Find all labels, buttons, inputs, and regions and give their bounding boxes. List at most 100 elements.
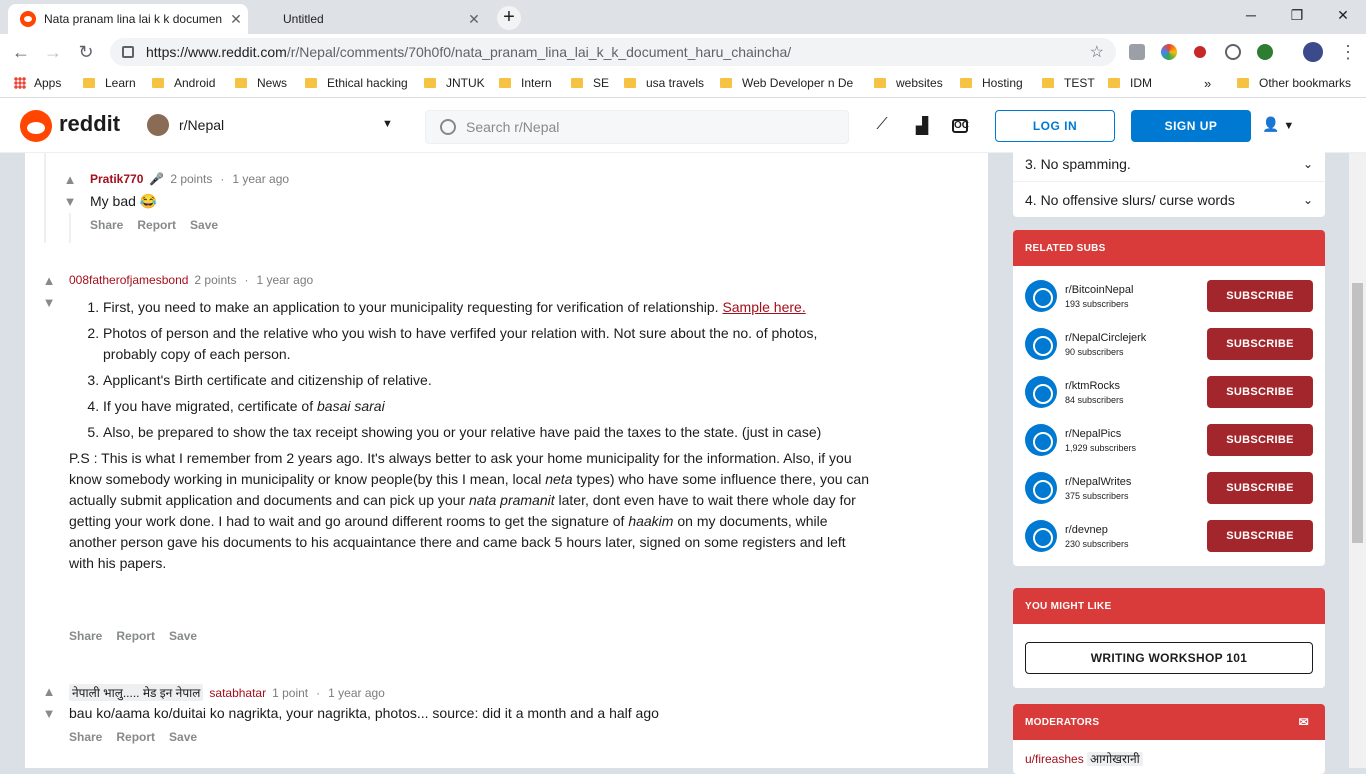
chevron-down-icon: ⌄ [1302,192,1313,207]
upvote-icon[interactable]: ▲ [63,173,77,187]
login-button[interactable]: LOG IN [995,110,1115,142]
maximize-icon[interactable]: ❐ [1274,0,1320,30]
subscribe-button[interactable]: SUBSCRIBE [1207,376,1313,408]
code-extension-icon[interactable] [1225,44,1241,60]
comment-actions: Share Report Save [90,218,218,232]
color-extension-icon[interactable] [1161,44,1177,60]
bookmark-other[interactable]: Other bookmarks [1237,76,1351,90]
reddit-wordmark[interactable]: reddit [59,111,120,137]
signup-button[interactable]: SIGN UP [1131,110,1251,142]
list-item: First, you need to make an application t… [103,297,869,318]
subreddit-name[interactable]: r/BitcoinNepal [1065,284,1133,296]
bookmark-hosting[interactable]: Hosting [960,76,1023,90]
comment-author[interactable]: satabhatar [209,686,266,700]
search-input[interactable]: Search r/Nepal [425,110,849,144]
report-button[interactable]: Report [137,218,176,232]
reddit-logo-icon[interactable] [20,110,52,142]
close-tab-icon[interactable]: ✕ [462,11,486,28]
subscribe-button[interactable]: SUBSCRIBE [1207,520,1313,552]
comment-author[interactable]: Pratik770 [90,172,143,186]
sample-link[interactable]: Sample here. [722,299,805,315]
browser-tab-untitled[interactable]: Untitled ✕ [250,4,486,34]
related-sub-item: r/NepalCirclejerk 90 subscribers SUBSCRIBE [1013,320,1325,368]
bookmark-star-icon[interactable]: ☆ [1090,42,1104,62]
rule-item[interactable]: 4. No offensive slurs/ curse words ⌄ [1013,182,1325,217]
bookmark-se[interactable]: SE [571,76,609,90]
bookmark-usa-travels[interactable]: usa travels [624,76,704,90]
globe-extension-icon[interactable] [1257,44,1273,60]
subscriber-count: 193 subscribers [1065,298,1129,309]
profile-avatar[interactable] [1303,42,1323,62]
bookmark-ethical-hacking[interactable]: Ethical hacking [305,76,408,90]
bookmark-intern[interactable]: Intern [499,76,552,90]
bookmarks-overflow-button[interactable]: » [1204,76,1211,91]
share-button[interactable]: Share [69,629,102,643]
bookmark-android[interactable]: Android [152,76,215,90]
bookmark-jntuk[interactable]: JNTUK [424,76,485,90]
back-arrow-icon[interactable]: ← [9,40,33,64]
comment-points: 1 point [272,685,309,700]
bookmark-idm[interactable]: IDM [1108,76,1152,90]
share-button[interactable]: Share [90,218,123,232]
scrollbar-thumb[interactable] [1352,283,1363,543]
mail-icon[interactable]: ✉ [1299,715,1309,729]
save-button[interactable]: Save [169,629,197,643]
comment-body: First, you need to make an application t… [69,297,869,574]
stats-icon[interactable]: ▟ [912,116,932,136]
bookmark-test[interactable]: TEST [1042,76,1095,90]
bookmark-websites[interactable]: websites [874,76,943,90]
thread-line[interactable] [69,213,71,243]
subreddit-name[interactable]: r/ktmRocks [1065,380,1124,392]
bookmark-learn[interactable]: Learn [83,76,136,90]
thread-line[interactable] [44,153,46,243]
oc-icon[interactable]: OC [952,119,969,133]
close-tab-icon[interactable]: ✕ [224,11,248,28]
forward-arrow-icon[interactable]: → [41,40,65,64]
downvote-icon[interactable]: ▼ [63,195,77,209]
save-button[interactable]: Save [169,730,197,744]
upvote-icon[interactable]: ▲ [42,685,56,699]
user-menu-dropdown[interactable]: 👤 ▼ [1262,116,1294,133]
reload-icon[interactable]: ↻ [74,40,98,64]
new-tab-button[interactable]: + [497,6,521,30]
writing-workshop-button[interactable]: WRITING WORKSHOP 101 [1025,642,1313,674]
subreddit-name[interactable]: r/devnep [1065,524,1129,536]
share-button[interactable]: Share [69,730,102,744]
chrome-menu-icon[interactable]: ⋮ [1336,40,1360,64]
subscribe-button[interactable]: SUBSCRIBE [1207,328,1313,360]
search-icon [440,119,456,135]
subscribe-button[interactable]: SUBSCRIBE [1207,472,1313,504]
subreddit-name[interactable]: r/NepalPics [1065,428,1136,440]
url-input[interactable]: https://www.reddit.com /r/Nepal/comments… [110,38,1116,66]
related-sub-item: r/devnep 230 subscribers SUBSCRIBE [1013,512,1325,560]
browser-tab-active[interactable]: Nata pranam lina lai k k documen ✕ [8,4,248,34]
downvote-icon[interactable]: ▼ [42,707,56,721]
spider-extension-icon[interactable] [1194,46,1206,58]
trending-icon[interactable]: ⟋ [872,116,892,136]
subreddit-icon [1025,328,1057,360]
rule-item[interactable]: 3. No spamming. ⌄ [1013,147,1325,182]
page-scrollbar[interactable] [1349,153,1366,768]
camera-extension-icon[interactable] [1129,44,1145,60]
comment-author[interactable]: 008fatherofjamesbond [69,273,188,287]
moderator-name[interactable]: u/fireashes [1025,752,1084,766]
folder-icon [235,78,247,88]
subreddit-name[interactable]: r/NepalWrites [1065,476,1131,488]
report-button[interactable]: Report [116,730,155,744]
subscribe-button[interactable]: SUBSCRIBE [1207,424,1313,456]
minimize-icon[interactable]: ─ [1228,0,1274,30]
subreddit-selector[interactable]: r/Nepal ▼ [147,114,393,136]
folder-icon [305,78,317,88]
report-button[interactable]: Report [116,629,155,643]
bookmark-web-developer[interactable]: Web Developer n De [720,76,860,90]
comment-actions: Share Report Save [69,730,197,744]
save-button[interactable]: Save [190,218,218,232]
close-window-icon[interactable]: ✕ [1320,0,1366,30]
subreddit-name[interactable]: r/NepalCirclejerk [1065,332,1146,344]
upvote-icon[interactable]: ▲ [42,274,56,288]
subscribe-button[interactable]: SUBSCRIBE [1207,280,1313,312]
bookmark-news[interactable]: News [235,76,287,90]
downvote-icon[interactable]: ▼ [42,296,56,310]
bookmark-apps[interactable]: Apps [14,76,61,90]
subreddit-avatar [147,114,169,136]
